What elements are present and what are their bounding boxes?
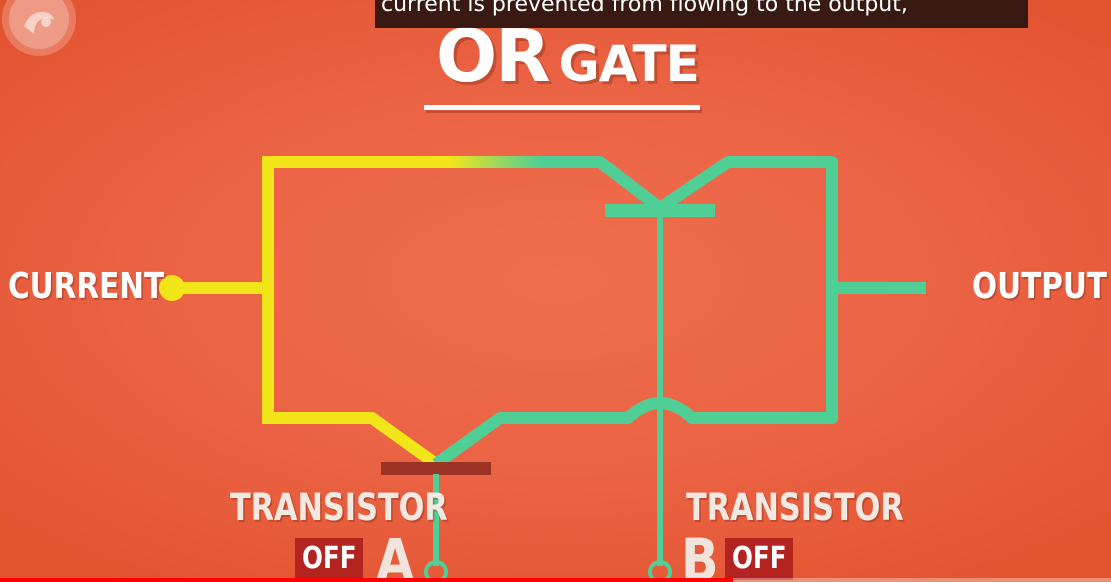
transistor-b-state-badge: OFF bbox=[725, 538, 793, 580]
transistor-b-label: TRANSISTOR bbox=[686, 486, 904, 529]
transistor-a-emitter-wire bbox=[432, 282, 838, 469]
transistor-a-label: TRANSISTOR bbox=[230, 486, 448, 529]
transistor-a-state: OFF bbox=[301, 541, 357, 576]
video-frame[interactable]: OR GATE CURRENT OUTPUT TRANSISTOR TRANSIS… bbox=[0, 0, 1111, 582]
bottom-left-wire bbox=[262, 412, 440, 469]
caption-text: current is prevented from flowing to the… bbox=[381, 0, 908, 17]
video-progress-played bbox=[0, 578, 734, 582]
transistor-b-letter: B bbox=[681, 526, 719, 582]
transistor-a-state-badge: OFF bbox=[295, 538, 363, 580]
transistor-b-emitter-wire bbox=[656, 156, 838, 292]
top-wire bbox=[262, 156, 664, 213]
current-label: CURRENT bbox=[8, 266, 165, 307]
title-underline bbox=[424, 105, 700, 110]
transistor-a-letter: A bbox=[376, 526, 415, 582]
transistor-a-bar bbox=[381, 462, 491, 475]
output-label: OUTPUT bbox=[972, 266, 1107, 307]
transistor-b-state: OFF bbox=[731, 541, 787, 576]
video-progress-bar[interactable] bbox=[0, 578, 1111, 582]
title-gate: GATE bbox=[558, 35, 700, 93]
subtitle-caption: current is prevented from flowing to the… bbox=[375, 0, 1028, 28]
